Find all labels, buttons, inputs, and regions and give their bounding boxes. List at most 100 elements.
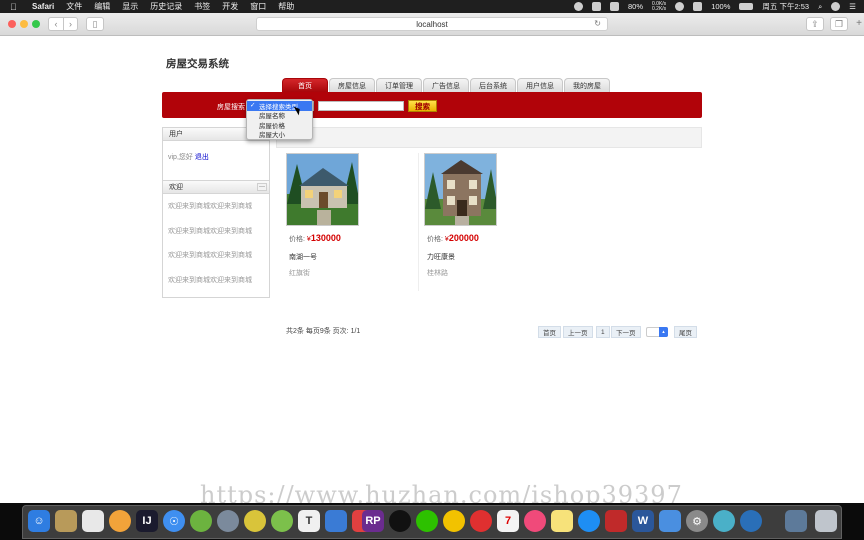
search-type-dropdown: ✓ 选择搜索类型 房屋名称 房屋价格 房屋大小 bbox=[246, 99, 313, 140]
sidebar-toggle-icon[interactable]: ▯ bbox=[86, 17, 104, 31]
downloads-folder-icon[interactable] bbox=[785, 510, 807, 532]
welcome-item: 欢迎来到商城欢迎来到商城 bbox=[168, 227, 252, 235]
address-bar[interactable]: localhost ↻ bbox=[256, 17, 608, 31]
listing-name[interactable]: 南湖一号 bbox=[289, 252, 410, 262]
content-header bbox=[276, 127, 702, 148]
menu-window[interactable]: 窗口 bbox=[250, 1, 266, 12]
minimize-window-button[interactable] bbox=[20, 20, 28, 28]
intellij-icon[interactable]: IJ bbox=[136, 510, 158, 532]
nav-tab-house-info[interactable]: 房屋信息 bbox=[329, 78, 375, 92]
app-icon[interactable] bbox=[244, 510, 266, 532]
last-page-button[interactable]: 尾页 bbox=[674, 326, 697, 338]
collapse-icon[interactable]: — bbox=[257, 183, 267, 191]
record-icon[interactable] bbox=[573, 2, 583, 11]
tab-overview-icon[interactable]: ❐ bbox=[830, 17, 848, 31]
wechat-icon[interactable] bbox=[675, 2, 685, 11]
zoom-window-button[interactable] bbox=[32, 20, 40, 28]
menu-bookmarks[interactable]: 书签 bbox=[194, 1, 210, 12]
word-icon[interactable]: W bbox=[632, 510, 654, 532]
nav-tab-ads[interactable]: 广告信息 bbox=[423, 78, 469, 92]
launchpad-icon[interactable] bbox=[217, 510, 239, 532]
house-image-1 bbox=[287, 154, 358, 225]
forward-button[interactable]: › bbox=[63, 17, 78, 31]
nav-tab-my-houses[interactable]: 我的房屋 bbox=[564, 78, 610, 92]
remote-desktop-icon[interactable] bbox=[605, 510, 627, 532]
lock-icon[interactable] bbox=[609, 2, 619, 11]
menu-edit[interactable]: 编辑 bbox=[94, 1, 110, 12]
search-button[interactable]: 搜索 bbox=[408, 100, 437, 112]
first-page-button[interactable]: 首页 bbox=[538, 326, 561, 338]
current-page-button[interactable]: 1 bbox=[596, 326, 610, 338]
menu-history[interactable]: 历史记录 bbox=[150, 1, 182, 12]
spring-icon[interactable] bbox=[190, 510, 212, 532]
menu-file[interactable]: 文件 bbox=[66, 1, 82, 12]
siri-icon[interactable] bbox=[831, 2, 841, 11]
menu-help[interactable]: 帮助 bbox=[278, 1, 294, 12]
text-editor-icon[interactable]: T bbox=[298, 510, 320, 532]
nav-tab-admin[interactable]: 后台系统 bbox=[470, 78, 516, 92]
page-jump-select[interactable]: ▴ bbox=[646, 327, 668, 337]
app-menu[interactable]: Safari bbox=[32, 2, 54, 11]
back-button[interactable]: ‹ bbox=[48, 17, 63, 31]
finder-icon[interactable]: ☺ bbox=[28, 510, 50, 532]
axure-icon[interactable]: RP bbox=[362, 510, 384, 532]
battery-text: 100% bbox=[711, 2, 731, 11]
search-input[interactable] bbox=[318, 101, 404, 111]
system-preferences-icon[interactable]: ⚙ bbox=[686, 510, 708, 532]
share-icon[interactable]: ⇪ bbox=[806, 17, 824, 31]
edge-icon[interactable] bbox=[740, 510, 762, 532]
fan-app-icon[interactable] bbox=[713, 510, 735, 532]
nav-tab-home[interactable]: 首页 bbox=[282, 78, 328, 92]
notes-app-icon[interactable] bbox=[55, 510, 77, 532]
itunes-icon[interactable] bbox=[524, 510, 546, 532]
price-amount: 130000 bbox=[310, 233, 341, 243]
watermark-text: https://www.huzhan.com/ishop39397 bbox=[200, 481, 683, 503]
house-photo[interactable] bbox=[286, 153, 359, 226]
keynote-icon[interactable] bbox=[659, 510, 681, 532]
clock[interactable]: 周五 下午2:53 bbox=[762, 1, 809, 12]
android-icon[interactable] bbox=[271, 510, 293, 532]
stickies-icon[interactable] bbox=[551, 510, 573, 532]
reload-icon[interactable]: ↻ bbox=[594, 19, 601, 28]
calendar-icon[interactable]: 7 bbox=[497, 510, 519, 532]
photos-icon[interactable] bbox=[109, 510, 131, 532]
prev-page-button[interactable]: 上一页 bbox=[563, 326, 593, 338]
user-greeting: vip,您好 退出 bbox=[168, 152, 269, 162]
nav-tab-user-info[interactable]: 用户信息 bbox=[517, 78, 563, 92]
logout-link[interactable]: 退出 bbox=[195, 154, 209, 161]
listing-name[interactable]: 力旺康景 bbox=[427, 252, 548, 262]
apple-icon[interactable]:  bbox=[10, 2, 24, 12]
toolbar: ‹ › ▯ localhost ↻ ⇪ ❐ + bbox=[0, 13, 864, 36]
notes-icon[interactable] bbox=[591, 2, 601, 11]
qq-icon[interactable] bbox=[389, 510, 411, 532]
welcome-item: 欢迎来到商城欢迎来到商城 bbox=[168, 276, 252, 284]
reminders-icon[interactable] bbox=[82, 510, 104, 532]
nav-tab-orders[interactable]: 订单管理 bbox=[376, 78, 422, 92]
search-option-name[interactable]: 房屋名称 bbox=[247, 111, 312, 120]
notification-center-icon[interactable]: ☰ bbox=[849, 2, 856, 11]
battery-icon[interactable] bbox=[739, 3, 754, 10]
search-option-default[interactable]: ✓ 选择搜索类型 bbox=[247, 101, 312, 111]
pagination-info: 共2条 每页9条 页次: 1/1 bbox=[286, 328, 361, 335]
browser-icon[interactable] bbox=[443, 510, 465, 532]
app-store-icon[interactable] bbox=[578, 510, 600, 532]
menu-develop[interactable]: 开发 bbox=[222, 1, 238, 12]
house-photo[interactable] bbox=[424, 153, 497, 226]
welcome-item: 欢迎来到商城欢迎来到商城 bbox=[168, 252, 252, 260]
safari-icon[interactable]: ☉ bbox=[163, 510, 185, 532]
music-app-icon[interactable] bbox=[470, 510, 492, 532]
spotlight-icon[interactable]: ⌕ bbox=[818, 2, 822, 12]
wifi-icon[interactable] bbox=[693, 2, 703, 11]
chevron-updown-icon: ▴ bbox=[659, 327, 668, 337]
search-option-price[interactable]: 房屋价格 bbox=[247, 120, 312, 130]
xcode-icon[interactable] bbox=[325, 510, 347, 532]
next-page-button[interactable]: 下一页 bbox=[611, 326, 641, 338]
listing-price: 价格: ¥130000 bbox=[289, 233, 410, 244]
menu-view[interactable]: 显示 bbox=[122, 1, 138, 12]
trash-icon[interactable] bbox=[815, 510, 837, 532]
listing-address: 红旗街 bbox=[289, 270, 310, 277]
new-tab-icon[interactable]: + bbox=[856, 18, 862, 29]
wechat-dock-icon[interactable] bbox=[416, 510, 438, 532]
search-option-size[interactable]: 房屋大小 bbox=[247, 130, 312, 139]
close-window-button[interactable] bbox=[8, 20, 16, 28]
